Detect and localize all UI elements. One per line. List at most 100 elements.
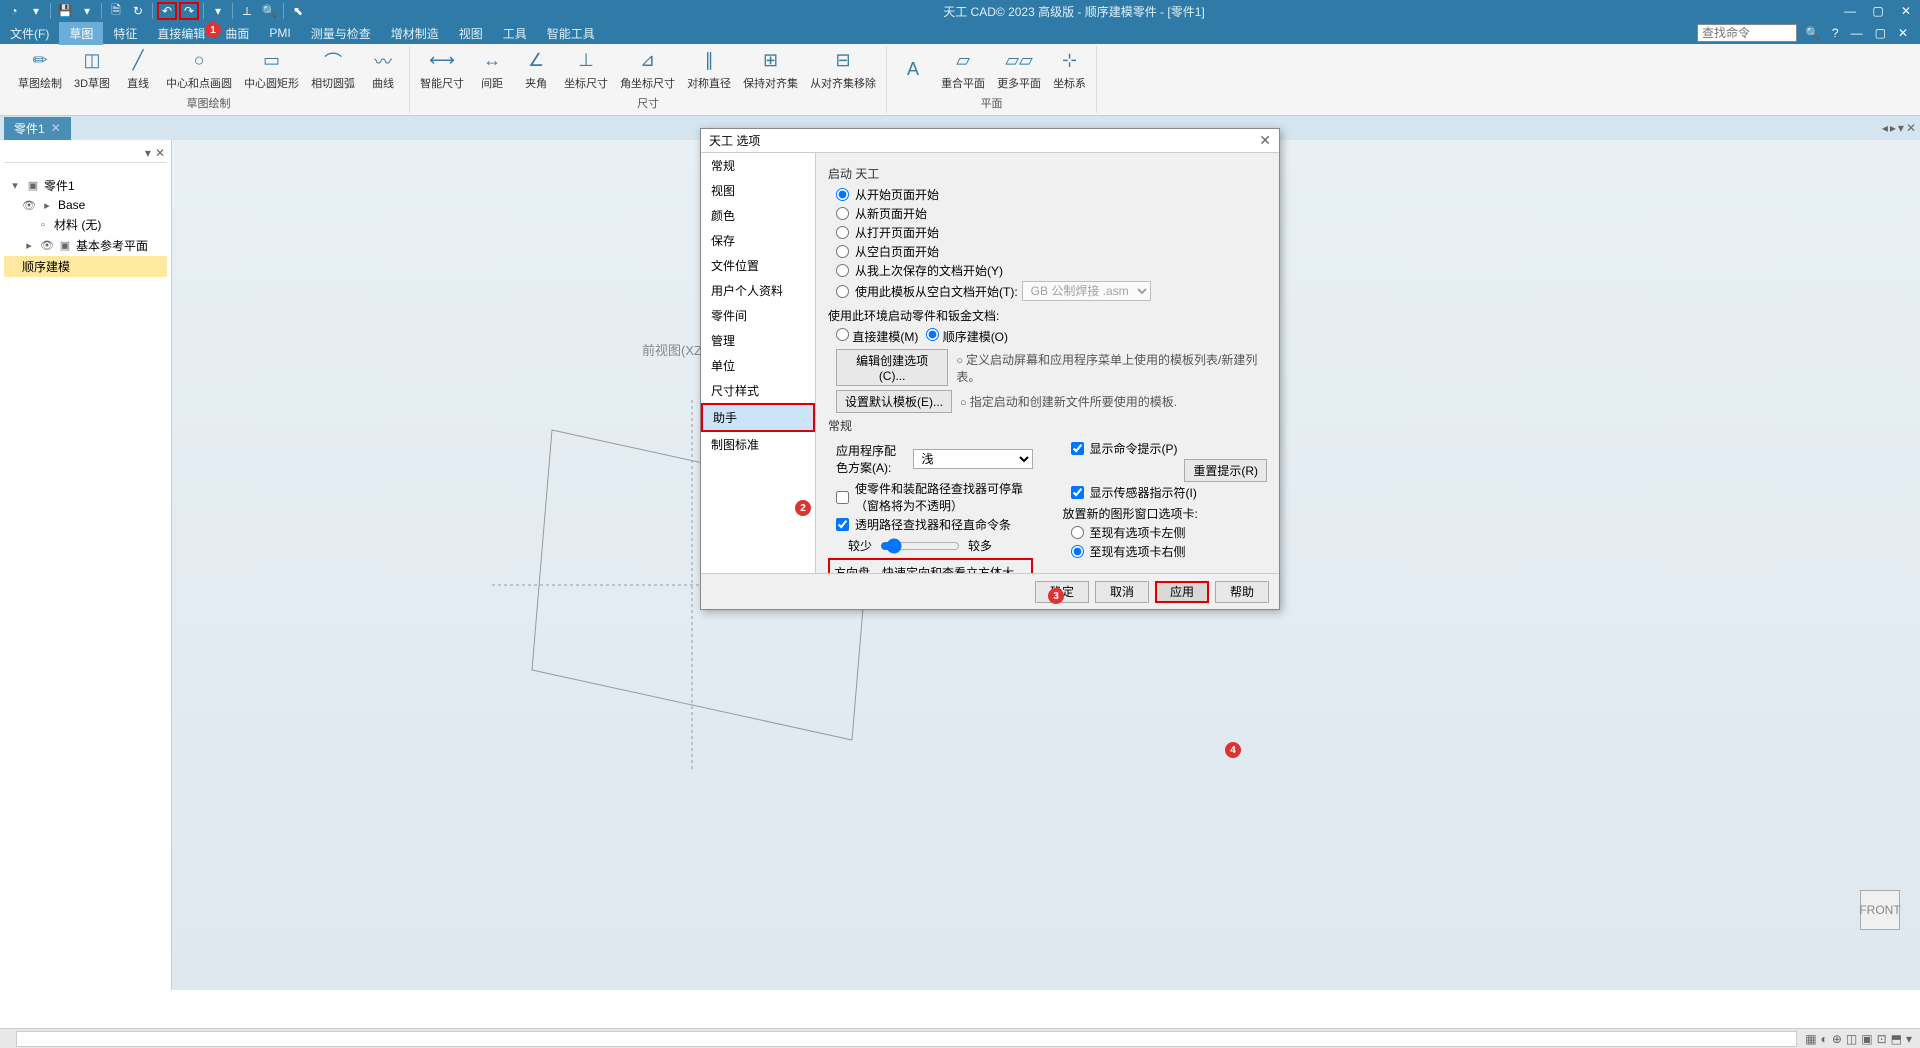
radio-tab-right[interactable]: 至现有选项卡右侧 — [1071, 543, 1268, 560]
menu-additive[interactable]: 增材制造 — [381, 22, 449, 45]
ribbon-btn-line[interactable]: ╱直线 — [118, 47, 158, 93]
chk-transparent-pathfinder[interactable]: 透明路径查找器和径直命令条 — [836, 516, 1033, 533]
radio-blank-page[interactable]: 从空白页面开始 — [836, 243, 1267, 260]
status-icon[interactable]: ⬒ — [1891, 1032, 1902, 1046]
restore-icon[interactable]: ▢ — [1871, 26, 1890, 40]
close-icon[interactable]: ✕ — [1896, 4, 1916, 18]
menu-file[interactable]: 文件(F) — [0, 22, 59, 45]
tree-root[interactable]: ▾ ▣ 零件1 — [4, 175, 167, 196]
tree-close-icon[interactable]: ✕ — [155, 146, 165, 160]
menu-inspect[interactable]: 测量与检查 — [301, 22, 381, 45]
new-icon[interactable]: ▾ — [26, 2, 46, 20]
menu-sketch[interactable]: 草图 — [59, 22, 103, 45]
ribbon-btn-3dsketch[interactable]: ◫3D草图 — [70, 47, 114, 93]
save-icon[interactable]: 💾 — [55, 2, 75, 20]
ribbon-btn-angle[interactable]: ∠夹角 — [516, 47, 556, 93]
close2-icon[interactable]: ✕ — [1894, 26, 1912, 40]
ribbon-btn-curve[interactable]: 〰曲线 — [363, 47, 403, 93]
btn-default-template[interactable]: 设置默认模板(E)... — [836, 390, 952, 413]
measure-icon[interactable]: ⟂ — [237, 2, 257, 20]
radio-ordered-model[interactable]: 顺序建模(O) — [926, 328, 1008, 345]
nav-drafting-std[interactable]: 制图标准 — [701, 432, 815, 457]
tab-close-icon[interactable]: ✕ — [1906, 121, 1916, 135]
nav-save[interactable]: 保存 — [701, 228, 815, 253]
status-icon[interactable]: ▾ — [1906, 1032, 1912, 1046]
status-icon[interactable]: ◐ — [1821, 1032, 1828, 1046]
expand-icon[interactable]: ▾ — [8, 179, 22, 193]
nav-helpers[interactable]: 助手 — [701, 403, 815, 432]
tab-prev-icon[interactable]: ◂ — [1882, 121, 1888, 135]
menu-smart-tools[interactable]: 智能工具 — [537, 22, 605, 45]
chk-sensor-indicator[interactable]: 显示传感器指示符(I) — [1071, 484, 1268, 501]
status-icon[interactable]: ▦ — [1805, 1032, 1816, 1046]
ribbon-btn-angcoord[interactable]: ⊿角坐标尺寸 — [616, 47, 679, 93]
help-icon[interactable]: ? — [1828, 26, 1843, 40]
select-icon[interactable]: ⬉ — [288, 2, 308, 20]
tree-node-material[interactable]: ▫ 材料 (无) — [4, 214, 167, 235]
tree-collapse-icon[interactable]: ▾ — [145, 146, 151, 160]
command-search-input[interactable] — [1697, 24, 1797, 42]
color-scheme-select[interactable]: 浅 — [913, 449, 1033, 469]
ribbon-btn-coinc-plane[interactable]: ▱重合平面 — [937, 47, 989, 93]
ribbon-btn-distance[interactable]: ↔间距 — [472, 47, 512, 93]
nav-interpart[interactable]: 零件间 — [701, 303, 815, 328]
btn-cancel[interactable]: 取消 — [1095, 581, 1149, 603]
nav-dim-style[interactable]: 尺寸样式 — [701, 378, 815, 403]
radio-new-page[interactable]: 从新页面开始 — [836, 205, 1267, 222]
expand-icon[interactable]: ▸ — [22, 239, 36, 253]
search-icon[interactable]: 🔍 — [1801, 26, 1824, 40]
nav-user-profile[interactable]: 用户个人资料 — [701, 278, 815, 303]
command-input[interactable] — [16, 1031, 1797, 1047]
nav-color[interactable]: 颜色 — [701, 203, 815, 228]
minimize-icon[interactable]: — — [1840, 4, 1860, 18]
ribbon-btn-keepalign[interactable]: ⊞保持对齐集 — [739, 47, 802, 93]
tab-menu-icon[interactable]: ▾ — [1898, 121, 1904, 135]
radio-tab-left[interactable]: 至现有选项卡左侧 — [1071, 524, 1268, 541]
radio-direct-model[interactable]: 直接建模(M) — [836, 328, 918, 345]
view-cube[interactable]: FRONT — [1860, 890, 1900, 930]
redo-icon[interactable]: ↷ — [179, 2, 199, 20]
print-icon[interactable]: 🗎 — [106, 2, 126, 20]
btn-help[interactable]: 帮助 — [1215, 581, 1269, 603]
transparency-slider[interactable] — [880, 538, 960, 554]
tree-node-refplanes[interactable]: ▸ 👁 ▣ 基本参考平面 — [4, 235, 167, 256]
min2-icon[interactable]: — — [1847, 26, 1867, 40]
template-select[interactable]: GB 公制焊接 .asm — [1022, 281, 1151, 301]
radio-template[interactable]: 使用此模板从空白文档开始(T): GB 公制焊接 .asm — [836, 281, 1267, 301]
zoom-icon[interactable]: 🔍 — [259, 2, 279, 20]
app-logo-icon[interactable]: ◔ — [4, 2, 24, 20]
status-icon[interactable]: ⊡ — [1877, 1032, 1887, 1046]
menu-feature[interactable]: 特征 — [103, 22, 147, 45]
eye-icon[interactable]: 👁 — [40, 239, 54, 253]
close-tab-icon[interactable]: ✕ — [51, 121, 61, 135]
ribbon-btn-rmalign[interactable]: ⊟从对齐集移除 — [806, 47, 880, 93]
dialog-close-icon[interactable]: ✕ — [1259, 132, 1271, 149]
radio-start-page[interactable]: 从开始页面开始 — [836, 186, 1267, 203]
ribbon-btn-csys[interactable]: ⊹坐标系 — [1049, 47, 1090, 93]
eye-icon[interactable]: 👁 — [22, 198, 36, 212]
tree-node-base[interactable]: 👁 ▸ Base — [4, 196, 167, 214]
status-icon[interactable]: ▣ — [1861, 1032, 1872, 1046]
nav-units[interactable]: 单位 — [701, 353, 815, 378]
nav-manage[interactable]: 管理 — [701, 328, 815, 353]
menu-surface[interactable]: 曲面 — [215, 22, 259, 45]
menu-pmi[interactable]: PMI — [259, 23, 300, 43]
btn-reset-tips[interactable]: 重置提示(R) — [1184, 459, 1267, 482]
btn-edit-create[interactable]: 编辑创建选项(C)... — [836, 349, 948, 386]
open-icon[interactable]: ▾ — [77, 2, 97, 20]
radio-open-page[interactable]: 从打开页面开始 — [836, 224, 1267, 241]
menu-view[interactable]: 视图 — [449, 22, 493, 45]
status-icon[interactable]: ◫ — [1846, 1032, 1857, 1046]
ribbon-btn-text[interactable]: A — [893, 56, 933, 84]
tree-node-ordered[interactable]: 顺序建模 — [4, 256, 167, 277]
ribbon-btn-more-plane[interactable]: ▱▱更多平面 — [993, 47, 1045, 93]
undo-icon[interactable]: ↶ — [157, 2, 177, 20]
maximize-icon[interactable]: ▢ — [1868, 4, 1888, 18]
ribbon-btn-symdia[interactable]: ∥对称直径 — [683, 47, 735, 93]
menu-tools[interactable]: 工具 — [493, 22, 537, 45]
ribbon-btn-arc[interactable]: ⌒相切圆弧 — [307, 47, 359, 93]
ribbon-btn-circle[interactable]: ○中心和点画圆 — [162, 47, 236, 93]
view-icon[interactable]: ▾ — [208, 2, 228, 20]
doc-tab-active[interactable]: 零件1 ✕ — [4, 117, 71, 140]
ribbon-btn-coord[interactable]: ⊥坐标尺寸 — [560, 47, 612, 93]
